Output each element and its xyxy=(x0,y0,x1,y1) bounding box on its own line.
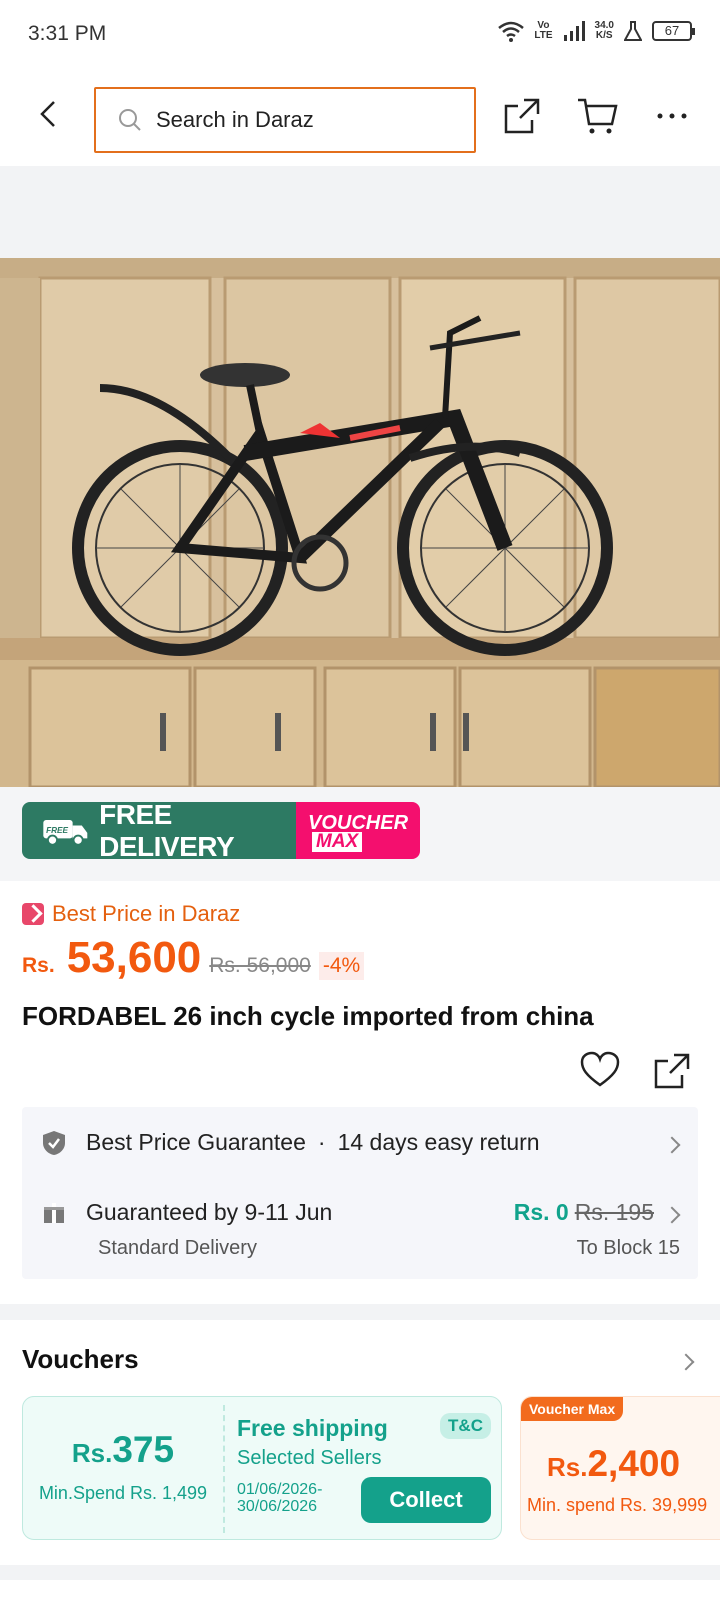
search-icon xyxy=(119,109,141,131)
vouchers-title: Vouchers xyxy=(22,1344,139,1374)
voucher-min-spend: Min. spend Rs. 39,999 xyxy=(527,1495,708,1515)
vouchers-section: Vouchers Rs.375 Min.Spend Rs. 1,499 Free… xyxy=(0,1320,720,1565)
return-policy: 14 days easy return xyxy=(337,1129,540,1155)
product-image[interactable] xyxy=(0,258,720,787)
more-options-icon[interactable] xyxy=(654,96,690,136)
terms-conditions-badge[interactable]: T&C xyxy=(440,1413,491,1439)
search-placeholder: Search in Daraz xyxy=(156,107,314,132)
best-price-guarantee: Best Price Guarantee xyxy=(86,1129,306,1155)
delivery-guarantee: Guaranteed by 9-11 Jun xyxy=(86,1199,333,1225)
network-speed: 34.0 K/S xyxy=(594,20,614,41)
delivery-row[interactable]: Guaranteed by 9-11 Jun xyxy=(42,1199,332,1226)
top-nav-bar: Search in Daraz xyxy=(0,68,720,166)
voucher-card-max[interactable]: Voucher Max Rs.2,400 Min. spend Rs. 39,9… xyxy=(520,1396,720,1540)
discount-badge: -4% xyxy=(318,952,365,980)
promo-banner: FREE FREE DELIVERY VOUCHER MAX xyxy=(0,787,720,881)
voucher-headline: Free shipping xyxy=(237,1415,388,1441)
product-title: FORDABEL 26 inch cycle imported from chi… xyxy=(22,1001,594,1031)
chevron-right-icon xyxy=(663,1136,681,1154)
voucher-divider xyxy=(223,1405,225,1533)
voucher-amount: Rs.375 xyxy=(71,1429,175,1470)
original-price: Rs. 56,000 xyxy=(209,954,311,977)
network-type: Vo LTE xyxy=(534,20,553,41)
bicycle-photo xyxy=(0,258,720,787)
delivery-type: Standard Delivery xyxy=(98,1237,257,1259)
search-input[interactable]: Search in Daraz xyxy=(94,87,476,153)
share-icon[interactable] xyxy=(502,96,542,136)
flask-icon xyxy=(624,21,642,41)
signal-icon xyxy=(563,21,585,41)
gallery-spacer xyxy=(0,166,720,258)
free-delivery-label: FREE DELIVERY xyxy=(99,798,235,862)
shipping-fee-original: Rs. 195 xyxy=(574,1199,654,1225)
ratings-section-peek xyxy=(0,1580,720,1612)
current-price: 53,600 xyxy=(66,933,202,982)
voucher-dates: 01/06/2026-30/06/2026 xyxy=(237,1481,323,1515)
shield-check-icon xyxy=(43,1130,65,1155)
delivery-destination: To Block 15 xyxy=(576,1237,680,1259)
shipping-fee-current: Rs. 0 xyxy=(513,1199,569,1225)
chevron-right-icon xyxy=(663,1206,681,1224)
voucher-max-badge: VOUCHER MAX xyxy=(296,802,420,859)
separator-dot: · xyxy=(317,1129,326,1155)
share-product-icon[interactable] xyxy=(652,1051,692,1091)
voucher-card-free-shipping[interactable]: Rs.375 Min.Spend Rs. 1,499 Free shipping… xyxy=(22,1396,502,1540)
battery-icon: 67 xyxy=(652,21,695,41)
price-row: Rs. 53,600 Rs. 56,000 -4% xyxy=(22,933,365,983)
service-info-box[interactable]: Best Price Guarantee · 14 days easy retu… xyxy=(22,1107,698,1279)
status-icons: Vo LTE 34.0 K/S 67 xyxy=(498,20,695,42)
vouchers-chevron-icon[interactable] xyxy=(677,1353,695,1371)
package-icon xyxy=(44,1202,64,1223)
wishlist-heart-icon[interactable] xyxy=(580,1051,620,1089)
collect-button[interactable]: Collect xyxy=(361,1477,491,1523)
status-bar: 3:31 PM Vo LTE 34.0 K/S 67 xyxy=(0,0,720,68)
cart-icon[interactable] xyxy=(576,96,618,136)
voucher-max-tag: Voucher Max xyxy=(521,1397,624,1421)
wifi-icon xyxy=(498,21,525,42)
status-time: 3:31 PM xyxy=(28,22,107,45)
best-price-icon xyxy=(22,903,44,925)
svg-text:FREE: FREE xyxy=(46,825,68,834)
delivery-truck-icon: FREE xyxy=(43,819,88,846)
voucher-min-spend: Min.Spend Rs. 1,499 xyxy=(38,1483,208,1503)
shipping-fee: Rs. 0 Rs. 195 xyxy=(514,1199,654,1226)
product-info: Best Price in Daraz Rs. 53,600 Rs. 56,00… xyxy=(0,881,720,1304)
guarantee-row[interactable]: Best Price Guarantee · 14 days easy retu… xyxy=(42,1129,540,1156)
free-delivery-badge: FREE FREE DELIVERY xyxy=(22,799,296,862)
back-arrow-icon[interactable] xyxy=(32,98,64,130)
best-price-label: Best Price in Daraz xyxy=(22,901,240,927)
voucher-scope: Selected Sellers xyxy=(237,1447,382,1469)
voucher-amount: Rs.2,400 xyxy=(547,1443,681,1484)
price-currency: Rs. xyxy=(22,954,55,977)
